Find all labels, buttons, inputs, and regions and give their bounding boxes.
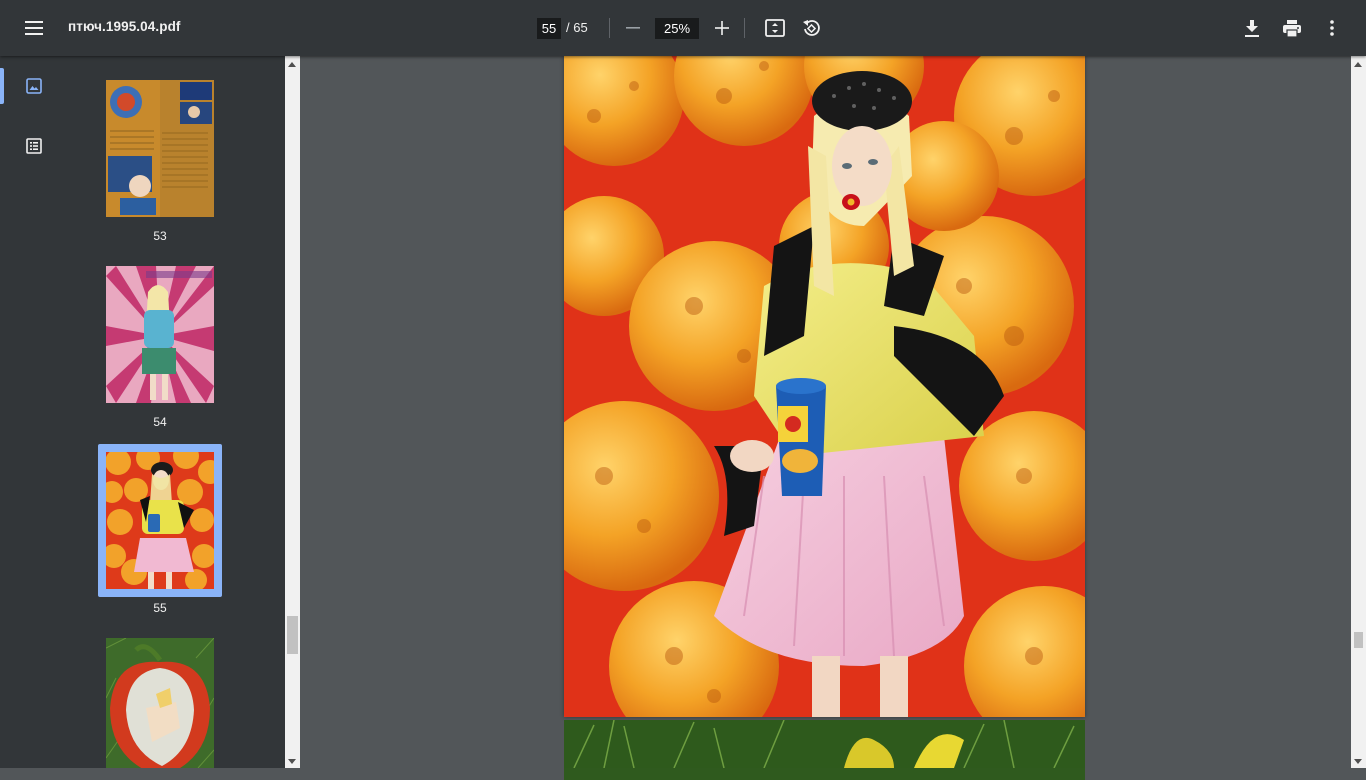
zoom-out-icon[interactable]	[617, 12, 649, 44]
outline-icon[interactable]	[18, 130, 50, 162]
zoom-in-icon[interactable]	[706, 12, 738, 44]
scroll-up-arrow-icon[interactable]	[1354, 62, 1362, 67]
thumbnail-page-54[interactable]: 54	[106, 266, 214, 429]
rotate-icon[interactable]	[795, 12, 827, 44]
pdf-toolbar: птюч.1995.04.pdf 55 / 65 25%	[0, 0, 1366, 56]
scrollbar-thumb[interactable]	[287, 616, 298, 654]
thumbnail-image	[106, 638, 214, 768]
scroll-down-arrow-icon[interactable]	[1354, 759, 1362, 764]
print-icon[interactable]	[1276, 12, 1308, 44]
thumbnail-page-number: 53	[153, 229, 167, 243]
sidebar: 53 54 55	[0, 56, 285, 768]
thumbnail-page-number: 54	[153, 415, 167, 429]
thumbnail-image	[106, 266, 214, 403]
fit-page-icon[interactable]	[759, 12, 791, 44]
thumbnail-page-56[interactable]	[106, 638, 214, 768]
more-vert-icon[interactable]	[1316, 12, 1348, 44]
thumbnail-page-55[interactable]: 55	[98, 444, 222, 615]
scroll-down-arrow-icon[interactable]	[288, 759, 296, 764]
file-title: птюч.1995.04.pdf	[68, 19, 181, 34]
pdf-page-55	[564, 56, 1085, 717]
thumbnails-icon[interactable]	[18, 70, 50, 102]
download-icon[interactable]	[1236, 12, 1268, 44]
sidebar-scrollbar[interactable]	[285, 56, 300, 768]
thumbnail-page-53[interactable]: 53	[106, 80, 214, 243]
zoom-input[interactable]: 25%	[655, 18, 699, 39]
main-scrollbar[interactable]	[1351, 56, 1366, 768]
page-image	[564, 720, 1085, 769]
page-image	[564, 56, 1085, 717]
active-indicator	[0, 68, 4, 104]
thumbnail-image	[106, 80, 214, 217]
thumbnail-page-number: 55	[153, 601, 167, 615]
pdf-page-56-preview	[564, 720, 1085, 780]
thumbnail-list: 53 54 55	[66, 56, 285, 768]
menu-icon[interactable]	[18, 12, 50, 44]
scroll-up-arrow-icon[interactable]	[288, 62, 296, 67]
page-total: / 65	[566, 20, 588, 35]
scrollbar-thumb[interactable]	[1354, 632, 1363, 648]
sidebar-rail	[0, 56, 66, 768]
thumbnail-image	[106, 452, 214, 589]
page-number-input[interactable]: 55	[537, 18, 561, 39]
divider	[744, 18, 745, 38]
divider	[609, 18, 610, 38]
